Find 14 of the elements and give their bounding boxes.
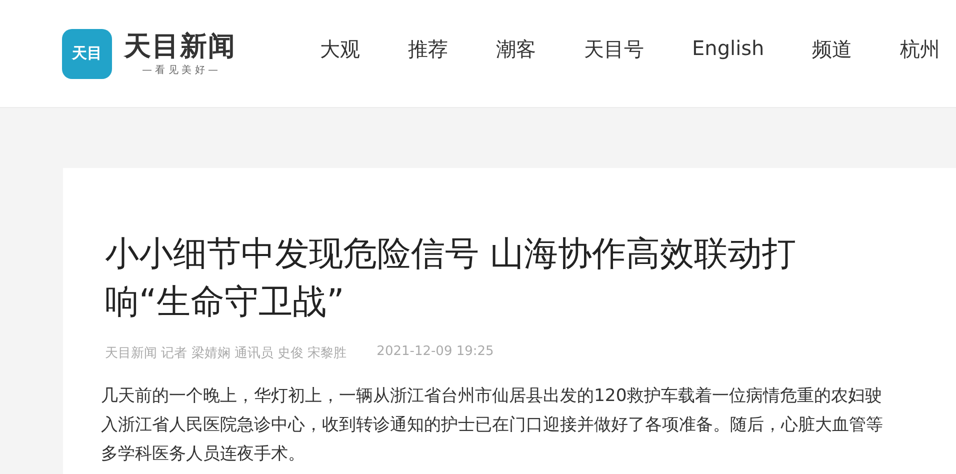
slogan: — 看 见 美 好 — (142, 64, 218, 76)
nav-link[interactable]: English (692, 36, 764, 63)
nav-link[interactable]: 大观 (320, 36, 360, 63)
nav-link[interactable]: 潮客 (496, 36, 536, 63)
article-title: 小小细节中发现危险信号 山海协作高效联动打响“生命守卫战” (105, 233, 797, 324)
nav-link[interactable]: 推荐 (408, 36, 448, 63)
logo-icon: 天目 (62, 28, 112, 78)
nav-link[interactable]: 杭州 (900, 36, 940, 63)
nav-link[interactable]: 频道 (812, 36, 852, 63)
nav-link[interactable]: 天目号 (584, 36, 644, 63)
article-paragraph: 几天前的一个晚上，华灯初上，一辆从浙江省台州市仙居县出发的120救护车载着一位病情危重的农妇驶入浙江省人民医院急诊中心，收到转诊通知的护士已在门口迎接并做好了各项准备。随后，心脏大血管等多学科医务人员连夜手术。 (101, 385, 883, 466)
site-name: 天目新闻 (124, 30, 236, 62)
publish-date: 2021-12-09 19:25 (376, 344, 494, 361)
byline: 天目新闻 记者 梁婧娴 通讯员 史俊 宋黎胜 (105, 345, 347, 362)
